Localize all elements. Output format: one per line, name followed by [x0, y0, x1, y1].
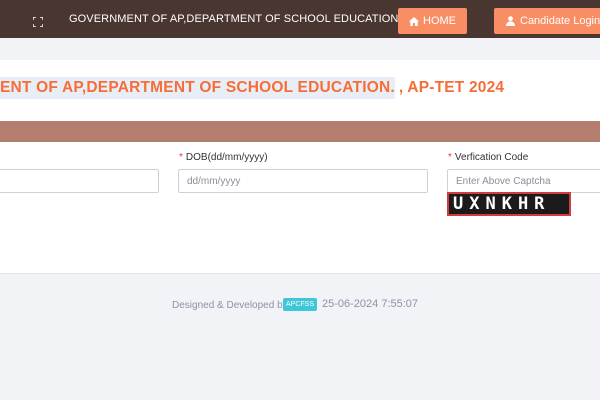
captcha-image: UXNKHR [447, 192, 571, 216]
home-button-label: HOME [423, 15, 456, 27]
candidate-login-label: Candidate Login [520, 15, 600, 27]
dob-input[interactable] [178, 169, 428, 193]
dob-label: * DOB(dd/mm/yyyy) [179, 152, 268, 163]
left-input-field[interactable] [0, 169, 159, 193]
footer-timestamp: 25-06-2024 7:55:07 [322, 298, 419, 310]
section-band [0, 121, 600, 142]
site-title: GOVERNMENT OF AP,DEPARTMENT OF SCHOOL ED… [69, 13, 402, 25]
captcha-input[interactable] [447, 169, 600, 193]
candidate-login-button[interactable]: Candidate Login [494, 8, 600, 34]
captcha-label: * Verfication Code [448, 152, 529, 163]
form-card: ENT OF AP,DEPARTMENT OF SCHOOL EDUCATION… [0, 60, 600, 274]
page-heading: ENT OF AP,DEPARTMENT OF SCHOOL EDUCATION… [0, 76, 600, 100]
page-heading-highlighted: ENT OF AP,DEPARTMENT OF SCHOOL EDUCATION… [0, 77, 395, 99]
home-icon [409, 16, 419, 26]
top-navbar: GOVERNMENT OF AP,DEPARTMENT OF SCHOOL ED… [0, 0, 600, 38]
page-heading-rest: , AP-TET 2024 [398, 79, 505, 96]
user-icon [506, 16, 515, 26]
home-button[interactable]: HOME [398, 8, 467, 34]
footer-designed-by: Designed & Developed by [172, 300, 288, 311]
expand-fullscreen-icon[interactable] [32, 14, 44, 28]
apcfss-badge[interactable]: APCFSS [283, 298, 317, 311]
